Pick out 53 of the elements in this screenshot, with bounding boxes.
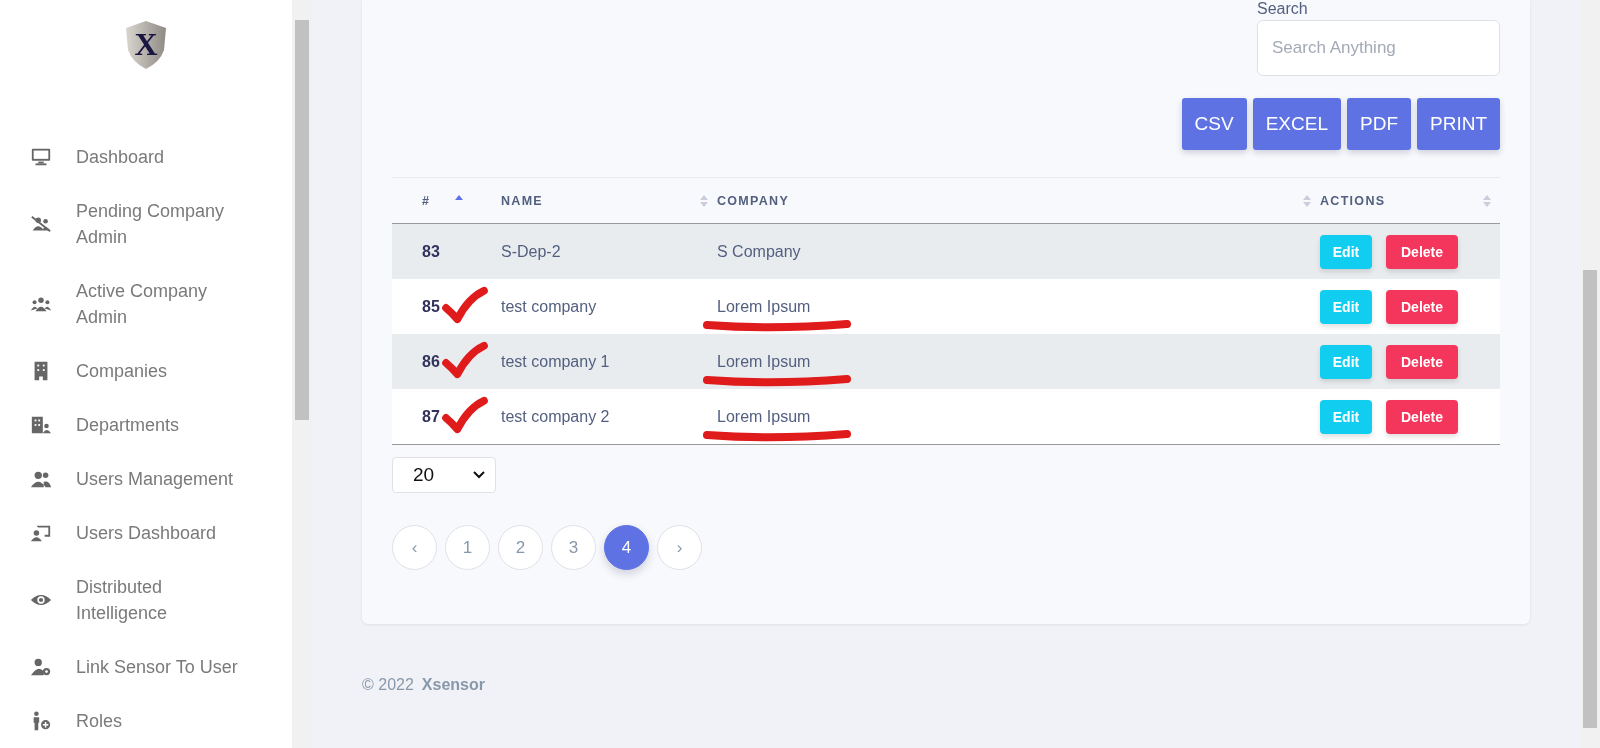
page-button[interactable]: 4: [604, 525, 649, 570]
table-cell: S-Dep-2: [501, 242, 561, 261]
sidebar-item[interactable]: Roles: [76, 708, 123, 734]
page-button[interactable]: 2: [498, 525, 543, 570]
table-cell: 86: [422, 352, 440, 371]
delete-button[interactable]: Delete: [1386, 289, 1458, 324]
table-cell: 85: [422, 297, 440, 316]
sidebar-scrollbar[interactable]: [292, 0, 312, 748]
table-cell: 83: [422, 242, 440, 261]
table-cell: Lorem Ipsum: [717, 352, 811, 371]
page-scrollbar[interactable]: [1580, 0, 1600, 748]
table-cell: S Company: [717, 242, 801, 261]
search-label: Search: [1257, 0, 1309, 18]
export-button[interactable]: PRINT: [1417, 98, 1500, 150]
delete-button[interactable]: Delete: [1386, 399, 1458, 434]
building-icon: [30, 414, 52, 436]
brand-link[interactable]: Xsensor: [421, 676, 485, 694]
chevron-down-icon: [473, 471, 485, 479]
sidebar-item[interactable]: Distributed Intelligence: [76, 574, 251, 626]
delete-button[interactable]: Delete: [1386, 234, 1458, 269]
sidebar-item[interactable]: Users Management: [76, 466, 234, 492]
sidebar-item[interactable]: Pending Company Admin: [76, 198, 251, 250]
sidebar-item[interactable]: Companies: [76, 358, 168, 384]
table-cell: Lorem Ipsum: [717, 297, 811, 316]
table-cell: Lorem Ipsum: [717, 407, 811, 426]
export-button[interactable]: PDF: [1347, 98, 1411, 150]
users-slash-icon: [30, 213, 52, 235]
table-cell: test company: [501, 297, 597, 316]
copyright-text: © 2022: [362, 676, 414, 694]
page-button[interactable]: ‹: [392, 525, 437, 570]
sidebar-item[interactable]: Users Dashboard: [76, 520, 217, 546]
shield-logo: X: [124, 20, 168, 70]
page-button[interactable]: 3: [551, 525, 596, 570]
page-button[interactable]: ›: [657, 525, 702, 570]
table-cell: test company 1: [501, 352, 610, 371]
monitor-icon: [30, 146, 52, 168]
sidebar-item[interactable]: Active Company Admin: [76, 278, 251, 330]
column-header[interactable]: #: [422, 193, 431, 208]
page-button[interactable]: 1: [445, 525, 490, 570]
column-header[interactable]: COMPANY: [717, 193, 790, 208]
user-gear-icon: [30, 656, 52, 678]
page-size-select[interactable]: 20: [392, 457, 496, 493]
export-button[interactable]: CSV: [1181, 98, 1247, 150]
column-header[interactable]: ACTIONS: [1320, 193, 1386, 208]
column-header[interactable]: NAME: [501, 193, 543, 208]
sidebar-item[interactable]: Departments: [76, 412, 180, 438]
delete-button[interactable]: Delete: [1386, 344, 1458, 379]
search-field[interactable]: Search Anything: [1257, 20, 1500, 76]
table-cell: test company 2: [501, 407, 610, 426]
sidebar-item[interactable]: Dashboard: [76, 144, 165, 170]
sidebar-item[interactable]: Link Sensor To User: [76, 654, 238, 680]
table-cell: 87: [422, 407, 440, 426]
export-button[interactable]: EXCEL: [1252, 98, 1341, 150]
